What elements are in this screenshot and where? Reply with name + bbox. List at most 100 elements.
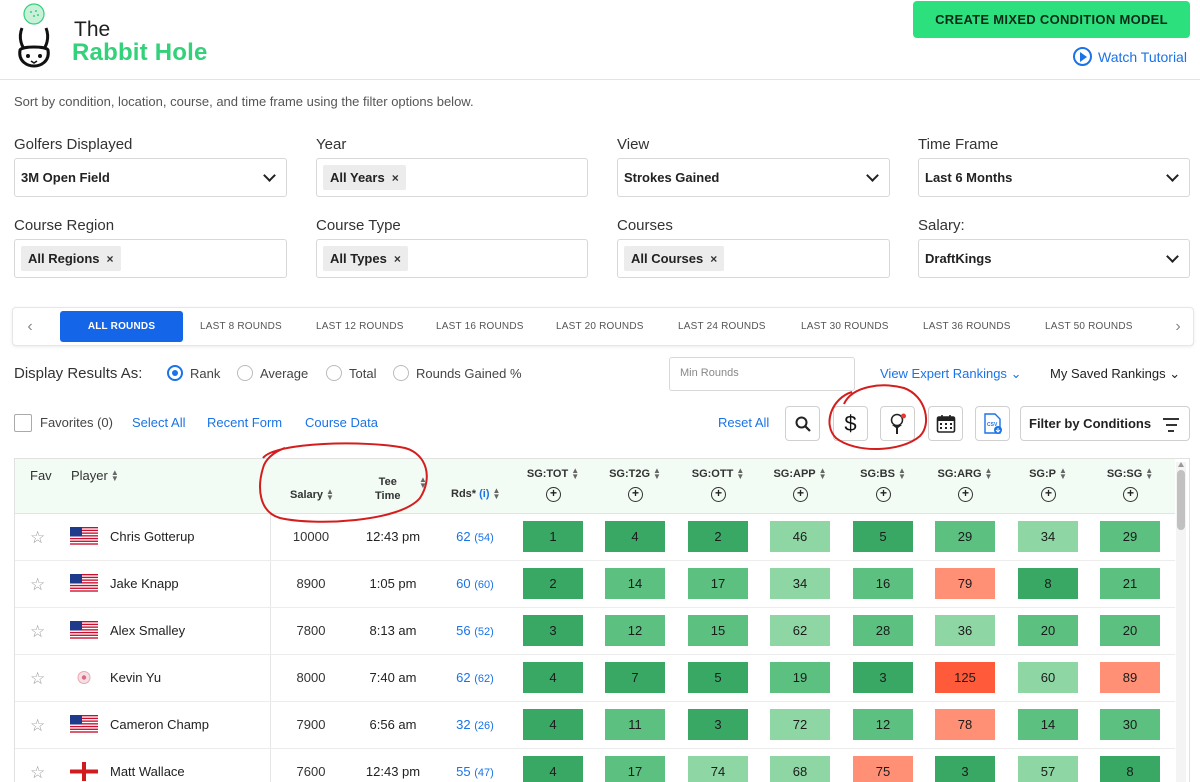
filter-by-conditions-button[interactable]: Filter by Conditions — [1020, 406, 1190, 441]
table-row[interactable]: ☆ Jake Knapp 8900 1:05 pm 60 (60) 2 14 17 34 16 79… — [15, 561, 1175, 608]
scrollbar-thumb[interactable] — [1177, 470, 1185, 530]
header-tee-time[interactable]: Tee Time — [375, 475, 400, 503]
view-expert-rankings-dropdown[interactable]: View Expert Rankings ⌄ — [880, 366, 1021, 382]
table-row[interactable]: ☆ Alex Smalley 7800 8:13 am 56 (52) 3 12 15 62 28… — [15, 608, 1175, 655]
header-stat[interactable]: SG:P ▲ ▼ — [1018, 467, 1078, 481]
rounds-info-icon[interactable]: (i) — [479, 488, 489, 500]
my-saved-rankings-dropdown[interactable]: My Saved Rankings ⌄ — [1050, 366, 1180, 382]
view-select[interactable]: Strokes Gained — [617, 158, 890, 197]
min-rounds-input[interactable]: Min Rounds — [669, 357, 855, 391]
select-all-link[interactable]: Select All — [132, 415, 185, 430]
remove-chip-icon[interactable]: × — [107, 252, 114, 266]
header-stat[interactable]: SG:SG ▲ ▼ — [1100, 467, 1160, 481]
tabs-scroll-left-icon[interactable]: ‹ — [15, 308, 45, 345]
player-rounds[interactable]: 56 (52) — [445, 623, 505, 638]
player-name[interactable]: Chris Gotterup — [110, 529, 195, 544]
scroll-up-icon[interactable] — [1178, 462, 1184, 467]
header-rounds[interactable]: Rds* (i) ▲ ▼ — [451, 487, 500, 501]
tab-last-50-rounds[interactable]: LAST 50 ROUNDS — [1045, 308, 1133, 345]
header-player[interactable]: Player ▲ ▼ — [71, 468, 119, 483]
add-condition-icon[interactable]: + — [876, 487, 891, 502]
tab-last-20-rounds[interactable]: LAST 20 ROUNDS — [556, 308, 644, 345]
favorite-star-icon[interactable]: ☆ — [30, 528, 45, 548]
course-region-multiselect[interactable]: All Regions × — [14, 239, 287, 278]
year-multiselect[interactable]: All Years × — [316, 158, 588, 197]
tab-last-36-rounds[interactable]: LAST 36 ROUNDS — [923, 308, 1011, 345]
header-player-label: Player — [71, 468, 108, 483]
salary-toggle-button[interactable]: $ — [833, 406, 868, 441]
tabs-scroll-right-icon[interactable]: › — [1163, 308, 1193, 345]
stat-rank-cell: 14 — [605, 568, 665, 599]
header-stat[interactable]: SG:T2G ▲ ▼ — [605, 467, 665, 481]
table-row[interactable]: ☆ Chris Gotterup 10000 12:43 pm 62 (54) 1 4 2 46… — [15, 514, 1175, 561]
player-name[interactable]: Alex Smalley — [110, 623, 185, 638]
reset-all-link[interactable]: Reset All — [718, 415, 769, 430]
table-row[interactable]: ☆ Cameron Champ 7900 6:56 am 32 (26) 4 11 3 72 12… — [15, 702, 1175, 749]
add-condition-icon[interactable]: + — [958, 487, 973, 502]
header-stat[interactable]: SG:OTT ▲ ▼ — [688, 467, 748, 481]
add-condition-icon[interactable]: + — [793, 487, 808, 502]
salary-select[interactable]: DraftKings — [918, 239, 1190, 278]
course-data-link[interactable]: Course Data — [305, 415, 378, 430]
favorite-star-icon[interactable]: ☆ — [30, 716, 45, 736]
add-condition-icon[interactable]: + — [546, 487, 561, 502]
tab-all-rounds[interactable]: ALL ROUNDS — [60, 311, 183, 342]
brand-logo[interactable]: The Rabbit Hole — [12, 2, 232, 68]
favorite-star-icon[interactable]: ☆ — [30, 575, 45, 595]
region-chip[interactable]: All Regions × — [21, 246, 121, 271]
remove-chip-icon[interactable]: × — [710, 252, 717, 266]
tab-last-30-rounds[interactable]: LAST 30 ROUNDS — [801, 308, 889, 345]
header-salary[interactable]: Salary ▲ ▼ — [290, 488, 334, 502]
stat-rank-cell: 5 — [853, 521, 913, 552]
tab-last-24-rounds[interactable]: LAST 24 ROUNDS — [678, 308, 766, 345]
course-type-multiselect[interactable]: All Types × — [316, 239, 588, 278]
time-frame-select[interactable]: Last 6 Months — [918, 158, 1190, 197]
header-stat[interactable]: SG:BS ▲ ▼ — [853, 467, 913, 481]
header-stat[interactable]: SG:APP ▲ ▼ — [770, 467, 830, 481]
tab-last-12-rounds[interactable]: LAST 12 ROUNDS — [316, 308, 404, 345]
radio-rank[interactable]: Rank — [167, 365, 220, 381]
remove-chip-icon[interactable]: × — [392, 171, 399, 185]
tab-last-16-rounds[interactable]: LAST 16 ROUNDS — [436, 308, 524, 345]
add-condition-icon[interactable]: + — [1041, 487, 1056, 502]
player-rounds[interactable]: 60 (60) — [445, 576, 505, 591]
player-name[interactable]: Kevin Yu — [110, 670, 161, 685]
recent-form-link[interactable]: Recent Form — [207, 415, 282, 430]
favorite-star-icon[interactable]: ☆ — [30, 622, 45, 642]
rankings-table: Fav Player ▲ ▼ Salary ▲ ▼ Tee Time ▲ ▼ Rds* (i… — [14, 458, 1190, 782]
create-mixed-condition-model-button[interactable]: CREATE MIXED CONDITION MODEL — [913, 1, 1190, 38]
player-rounds[interactable]: 62 (62) — [445, 670, 505, 685]
add-condition-icon[interactable]: + — [628, 487, 643, 502]
calendar-button[interactable] — [928, 406, 963, 441]
tee-time-toggle-button[interactable] — [880, 406, 915, 441]
table-row[interactable]: ☆ Kevin Yu 8000 7:40 am 62 (62) 4 7 5 19 3 125 60 89 — [15, 655, 1175, 702]
golfers-displayed-select[interactable]: 3M Open Field — [14, 158, 287, 197]
favorite-star-icon[interactable]: ☆ — [30, 763, 45, 782]
tab-last-8-rounds[interactable]: LAST 8 ROUNDS — [200, 308, 282, 345]
year-chip[interactable]: All Years × — [323, 165, 406, 190]
player-rounds[interactable]: 55 (47) — [445, 764, 505, 779]
search-button[interactable] — [785, 406, 820, 441]
favorite-star-icon[interactable]: ☆ — [30, 669, 45, 689]
favorites-checkbox[interactable] — [14, 414, 32, 432]
table-scrollbar[interactable] — [1176, 462, 1186, 782]
player-rounds[interactable]: 32 (26) — [445, 717, 505, 732]
player-name[interactable]: Jake Knapp — [110, 576, 179, 591]
header-stat[interactable]: SG:ARG ▲ ▼ — [935, 467, 995, 481]
add-condition-icon[interactable]: + — [1123, 487, 1138, 502]
remove-chip-icon[interactable]: × — [394, 252, 401, 266]
watch-tutorial-link[interactable]: Watch Tutorial — [1073, 47, 1187, 66]
header-stat[interactable]: SG:TOT ▲ ▼ — [523, 467, 583, 481]
type-chip[interactable]: All Types × — [323, 246, 408, 271]
radio-total[interactable]: Total — [326, 365, 376, 381]
player-name[interactable]: Matt Wallace — [110, 764, 185, 779]
radio-average[interactable]: Average — [237, 365, 308, 381]
radio-rounds-gained[interactable]: Rounds Gained % — [393, 365, 522, 381]
courses-chip[interactable]: All Courses × — [624, 246, 725, 271]
player-rounds[interactable]: 62 (54) — [445, 529, 505, 544]
add-condition-icon[interactable]: + — [711, 487, 726, 502]
player-name[interactable]: Cameron Champ — [110, 717, 209, 732]
csv-export-button[interactable]: CSV — [975, 406, 1010, 441]
courses-multiselect[interactable]: All Courses × — [617, 239, 890, 278]
table-row[interactable]: ☆ Matt Wallace 7600 12:43 pm 55 (47) 4 17 74 68 7… — [15, 749, 1175, 782]
